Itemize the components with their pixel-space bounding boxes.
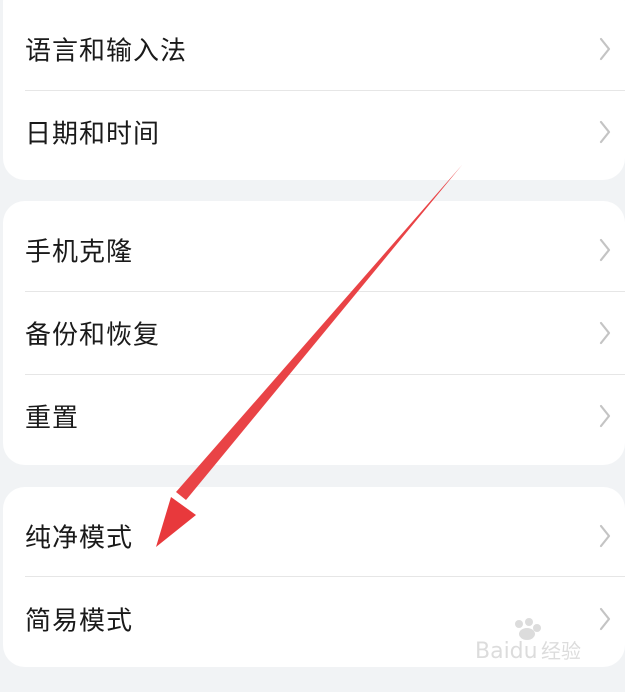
simple-mode-label: 简易模式 <box>25 606 134 637</box>
backup-restore-label: 备份和恢复 <box>25 320 161 351</box>
phone-clone-item[interactable]: 手机克隆 <box>3 209 625 291</box>
date-time-item[interactable]: 日期和时间 <box>3 91 625 173</box>
watermark-cn-text: 经验 <box>541 639 581 663</box>
pure-mode-label: 纯净模式 <box>25 523 134 554</box>
language-input-label: 语言和输入法 <box>25 36 188 67</box>
chevron-right-icon <box>599 37 611 61</box>
settings-group-2: 手机克隆 备份和恢复 重置 <box>3 201 625 465</box>
date-time-label: 日期和时间 <box>25 119 161 150</box>
chevron-right-icon <box>599 238 611 262</box>
reset-label: 重置 <box>25 403 80 434</box>
chevron-right-icon <box>599 404 611 428</box>
chevron-right-icon <box>599 321 611 345</box>
divider <box>25 576 625 577</box>
pure-mode-item[interactable]: 纯净模式 <box>3 495 625 577</box>
backup-restore-item[interactable]: 备份和恢复 <box>3 292 625 374</box>
baidu-jingyan-watermark: Baidu 经验 <box>475 618 595 670</box>
chevron-right-icon <box>599 607 611 631</box>
language-input-item[interactable]: 语言和输入法 <box>3 8 625 90</box>
chevron-right-icon <box>599 524 611 548</box>
watermark-latin-text: Baidu <box>475 639 538 664</box>
phone-clone-label: 手机克隆 <box>25 237 134 268</box>
chevron-right-icon <box>599 120 611 144</box>
reset-item[interactable]: 重置 <box>3 375 625 457</box>
settings-group-1: 语言和输入法 日期和时间 <box>3 0 625 180</box>
